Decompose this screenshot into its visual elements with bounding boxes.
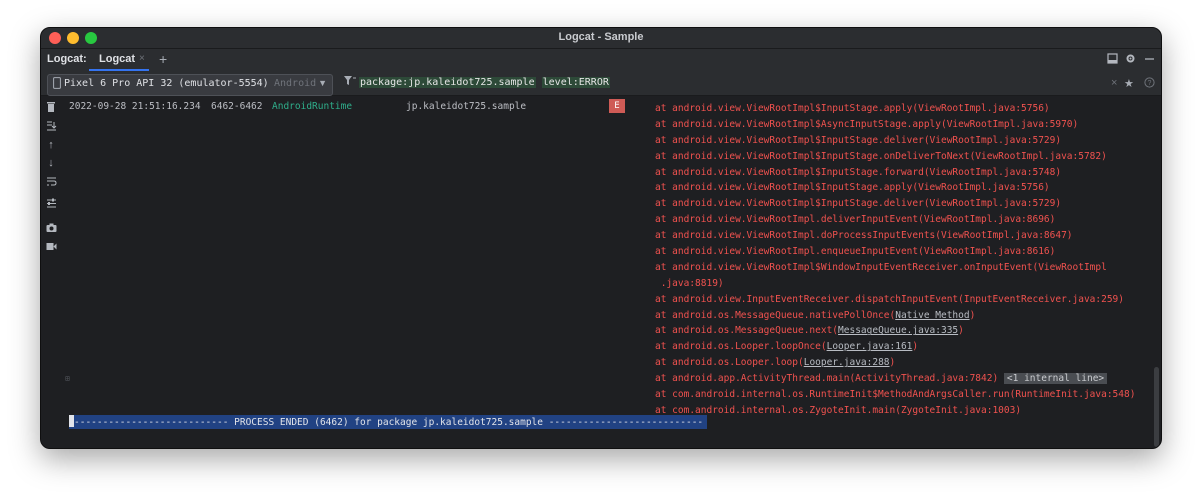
stacktrace-text: at android.os.MessageQueue.next( bbox=[655, 325, 839, 337]
scroll-to-end-icon[interactable] bbox=[45, 120, 57, 134]
stacktrace-line: at android.view.InputEventReceiver.dispa… bbox=[655, 293, 1124, 305]
star-icon[interactable]: ★ bbox=[1124, 77, 1134, 90]
stacktrace-text: at android.os.Looper.loopOnce( bbox=[655, 341, 827, 353]
log-view[interactable]: 2022-09-28 21:51:16.234 6462-6462 Androi… bbox=[61, 97, 1149, 448]
clear-icon[interactable]: × bbox=[1111, 77, 1117, 89]
stacktrace-text: at android.os.Looper.loop( bbox=[655, 357, 804, 369]
layout-icon[interactable] bbox=[1107, 53, 1118, 67]
vertical-scrollbar[interactable] bbox=[1153, 97, 1159, 448]
filter-package-key: package: bbox=[360, 77, 409, 88]
device-selector[interactable]: Pixel 6 Pro API 32 (emulator-5554) Andro… bbox=[47, 74, 333, 96]
scrollbar-thumb[interactable] bbox=[1154, 367, 1159, 447]
settings-icon[interactable] bbox=[45, 198, 57, 212]
filter-level-key: level: bbox=[542, 77, 579, 88]
filter-level-token: level:ERROR bbox=[541, 77, 610, 88]
chevron-down-icon: ▼ bbox=[318, 78, 327, 88]
stacktrace-line: at android.view.ViewRootImpl.doProcessIn… bbox=[655, 230, 1073, 242]
internal-lines-badge[interactable]: <1 internal line> bbox=[1003, 373, 1108, 385]
process-ended-text: --------------------------- PROCESS ENDE… bbox=[74, 417, 704, 428]
filter-package-value: jp.kaleidot725.sample bbox=[408, 77, 535, 88]
tab-logcat[interactable]: Logcat × bbox=[89, 49, 149, 71]
stacktrace-line: at android.view.ViewRootImpl$WindowInput… bbox=[655, 261, 1107, 273]
log-tag: AndroidRuntime bbox=[272, 101, 353, 112]
log-level-badge: E bbox=[609, 99, 625, 113]
stacktrace-text: ) bbox=[958, 325, 964, 337]
stacktrace-line: at android.view.ViewRootImpl$AsyncInputS… bbox=[655, 118, 1079, 130]
stacktrace-line: at android.view.ViewRootImpl.deliverInpu… bbox=[655, 214, 1056, 226]
stacktrace-link[interactable]: Looper.java:161 bbox=[827, 341, 913, 352]
stacktrace-text: ) bbox=[889, 357, 896, 369]
stacktrace: at android.view.ViewRootImpl$InputStage.… bbox=[655, 101, 1135, 419]
stacktrace-line: at android.view.ViewRootImpl$InputStage.… bbox=[655, 103, 1050, 114]
filter-level-value: ERROR bbox=[578, 77, 609, 88]
stacktrace-line: at com.android.internal.os.ZygoteInit.ma… bbox=[655, 404, 1022, 416]
logcat-window: Logcat - Sample Logcat: Logcat × + Pixel… bbox=[40, 27, 1162, 449]
stacktrace-line: at com.android.internal.os.RuntimeInit$M… bbox=[655, 389, 1136, 401]
stacktrace-line: at android.view.ViewRootImpl$InputStage.… bbox=[655, 134, 1062, 146]
stacktrace-link[interactable]: Looper.java:288 bbox=[804, 357, 890, 368]
title-bar: Logcat - Sample bbox=[41, 28, 1161, 49]
log-timestamp: 2022-09-28 21:51:16.234 bbox=[69, 101, 201, 112]
filter-icon[interactable] bbox=[344, 76, 356, 89]
stacktrace-line: at android.app.ActivityThread.main(Activ… bbox=[655, 371, 1135, 387]
stacktrace-text: ) bbox=[969, 309, 976, 321]
up-arrow-icon[interactable]: ↑ bbox=[45, 139, 57, 151]
device-name: Pixel 6 Pro API 32 (emulator-5554) bbox=[64, 78, 269, 89]
tab-logcat-label: Logcat bbox=[99, 53, 136, 65]
tab-close-icon[interactable]: × bbox=[139, 53, 145, 64]
stacktrace-text: ) bbox=[912, 341, 919, 353]
minimize-icon[interactable] bbox=[1144, 53, 1155, 67]
filter-input[interactable]: package:jp.kaleidot725.sample level:ERRO… bbox=[359, 77, 610, 88]
filter-bar: Pixel 6 Pro API 32 (emulator-5554) Andro… bbox=[41, 71, 1161, 96]
stacktrace-line: at android.view.ViewRootImpl.enqueueInpu… bbox=[655, 246, 1056, 258]
stacktrace-line: at android.view.ViewRootImpl$InputStage.… bbox=[655, 198, 1062, 210]
soft-wrap-icon[interactable] bbox=[45, 176, 57, 190]
stacktrace-line: at android.view.ViewRootImpl$InputStage.… bbox=[655, 166, 1062, 178]
video-icon[interactable] bbox=[45, 242, 57, 254]
add-tab-icon[interactable]: + bbox=[159, 51, 167, 67]
log-package: jp.kaleidot725.sample bbox=[406, 101, 527, 112]
stacktrace-link[interactable]: MessageQueue.java:335 bbox=[838, 325, 958, 336]
fold-icon[interactable]: ⊞ bbox=[65, 374, 70, 383]
trash-icon[interactable] bbox=[45, 101, 57, 115]
help-icon[interactable]: ? bbox=[1144, 77, 1155, 91]
stacktrace-line: at android.os.Looper.loopOnce(Looper.jav… bbox=[655, 339, 1135, 355]
stacktrace-line: at android.os.Looper.loop(Looper.java:28… bbox=[655, 355, 1135, 371]
tab-bar: Logcat: Logcat × + bbox=[41, 49, 1161, 71]
stacktrace-text: at android.os.MessageQueue.nativePollOnc… bbox=[655, 309, 896, 321]
tool-window-label: Logcat: bbox=[47, 53, 87, 65]
stacktrace-line: at android.view.ViewRootImpl$InputStage.… bbox=[655, 150, 1107, 162]
filter-package-token: package:jp.kaleidot725.sample bbox=[359, 77, 536, 88]
down-arrow-icon[interactable]: ↓ bbox=[45, 157, 57, 169]
phone-icon bbox=[53, 77, 61, 92]
stacktrace-line: at android.os.MessageQueue.next(MessageQ… bbox=[655, 323, 1135, 339]
process-ended-line: --------------------------- PROCESS ENDE… bbox=[69, 415, 708, 429]
svg-text:?: ? bbox=[1148, 80, 1152, 87]
stacktrace-link[interactable]: Native Method bbox=[895, 310, 969, 321]
stacktrace-line: at android.view.ViewRootImpl$InputStage.… bbox=[655, 182, 1050, 194]
stacktrace-line: at android.os.MessageQueue.nativePollOnc… bbox=[655, 308, 1135, 324]
camera-icon[interactable] bbox=[45, 223, 57, 236]
stacktrace-line: .java:8819) bbox=[655, 277, 724, 289]
stacktrace-text: at android.app.ActivityThread.main(Activ… bbox=[655, 373, 999, 385]
device-status: Android bbox=[274, 78, 317, 89]
gear-icon[interactable] bbox=[1125, 53, 1136, 67]
log-pid: 6462-6462 bbox=[211, 101, 263, 112]
window-title: Logcat - Sample bbox=[558, 31, 644, 43]
left-toolbar: ↑ ↓ bbox=[41, 97, 61, 448]
